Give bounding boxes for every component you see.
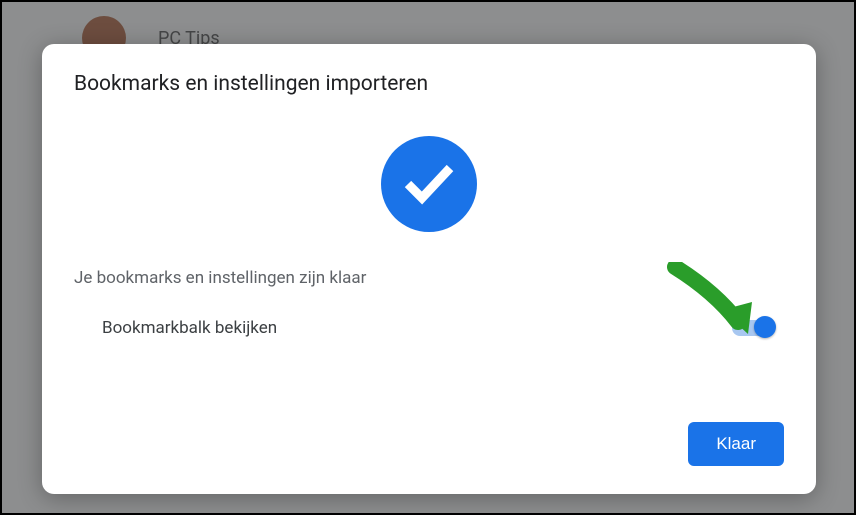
dialog-title: Bookmarks en instellingen importeren [74, 72, 784, 96]
success-indicator [74, 136, 784, 232]
bookmark-bar-toggle[interactable] [732, 320, 772, 336]
toggle-label: Bookmarkbalk bekijken [102, 318, 277, 338]
bookmark-bar-toggle-row: Bookmarkbalk bekijken [74, 318, 784, 338]
toggle-knob [754, 316, 776, 338]
status-text: Je bookmarks en instellingen zijn klaar [74, 268, 784, 288]
dialog-actions: Klaar [688, 422, 784, 466]
checkmark-icon [381, 136, 477, 232]
done-button[interactable]: Klaar [688, 422, 784, 466]
import-dialog: Bookmarks en instellingen importeren Je … [42, 44, 816, 494]
